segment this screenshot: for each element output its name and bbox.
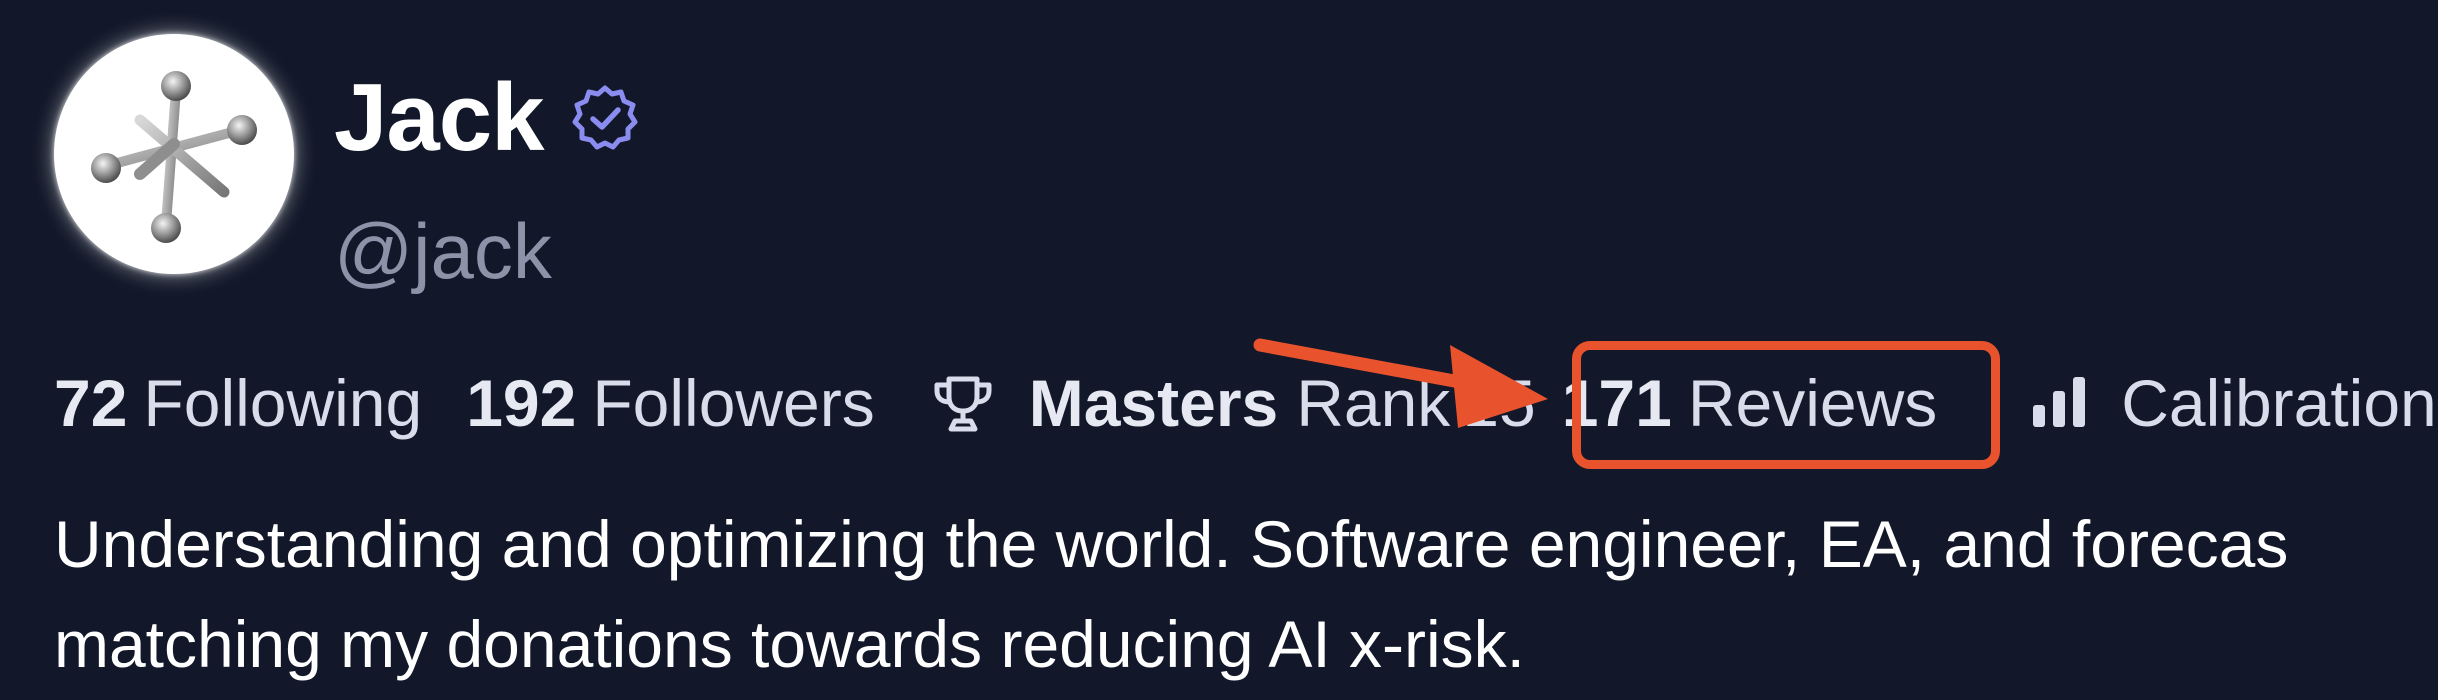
following-label: Following: [143, 366, 423, 440]
profile-page: Jack @jack 72 Following 192 Followers Ma…: [0, 0, 2438, 700]
following-count: 72: [54, 366, 128, 440]
name-row: Jack: [334, 70, 640, 166]
jacks-toy-icon: [91, 71, 257, 243]
bar-chart-icon: [2033, 377, 2086, 427]
rank-stat[interactable]: Masters Rank 15: [875, 370, 1536, 436]
rank-word: Rank: [1296, 366, 1451, 440]
calibration-stat[interactable]: Calibration: [1937, 370, 2437, 436]
trophy-icon: [934, 376, 992, 432]
rank-number: 15: [1462, 366, 1536, 440]
reviews-highlight-box: [1572, 341, 2000, 469]
display-name: Jack: [334, 64, 545, 171]
followers-stat[interactable]: 192 Followers: [466, 370, 875, 436]
following-stat[interactable]: 72 Following: [54, 370, 422, 436]
bio-line-2: matching my donations towards reducing A…: [54, 607, 1525, 681]
avatar[interactable]: [54, 34, 294, 274]
verified-badge-icon: [572, 85, 638, 150]
calibration-label: Calibration: [2121, 366, 2437, 440]
followers-count: 192: [466, 366, 577, 440]
profile-bio: Understanding and optimizing the world. …: [54, 494, 2288, 694]
rank-tier: Masters: [1028, 366, 1279, 440]
followers-label: Followers: [592, 366, 875, 440]
username-handle: @jack: [334, 207, 552, 295]
bio-line-1: Understanding and optimizing the world. …: [54, 507, 2289, 581]
profile-stats: 72 Following 192 Followers Masters Rank …: [54, 370, 2437, 436]
